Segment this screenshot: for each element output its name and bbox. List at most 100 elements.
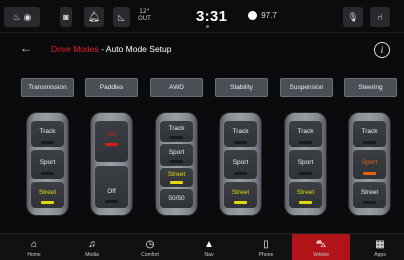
suspension-street-option[interactable]: Street: [289, 182, 322, 208]
nav-label: Apps: [374, 252, 386, 258]
nav-label: Phone: [258, 252, 274, 258]
category-suspension[interactable]: Suspension: [280, 78, 333, 97]
option-label: Track: [361, 128, 378, 135]
nav-phone[interactable]: ▯ Phone: [244, 234, 288, 260]
option-label: Track: [168, 125, 185, 132]
option-indicator: [363, 172, 376, 175]
option-label: Off: [107, 188, 116, 195]
signal-icon: ◺: [118, 12, 125, 22]
suspension-selector: Track Sport Street: [284, 112, 327, 216]
nav-comfort[interactable]: ◷ Comfort: [128, 234, 172, 260]
bell-icon: 🔔︎: [87, 11, 101, 23]
steering-sport-option[interactable]: Sport: [353, 150, 386, 179]
transmission-sport-option[interactable]: Sport: [31, 150, 64, 179]
option-indicator: [170, 181, 183, 184]
bottom-nav: ⌂ Home ♫ Media ◷ Comfort ▲ Nav ▯ Phone ⛍…: [0, 233, 404, 260]
category-awd[interactable]: AWD: [150, 78, 203, 97]
nav-label: Comfort: [141, 252, 159, 258]
outside-temp-label: OUT: [138, 15, 151, 22]
option-label: Street: [296, 189, 315, 196]
option-indicator: [299, 141, 312, 144]
transmission-selector: Track Sport Street: [26, 112, 69, 216]
option-indicator: [170, 160, 183, 163]
nav-media[interactable]: ♫ Media: [70, 234, 114, 260]
nav-label: Home: [27, 252, 41, 258]
option-label: Track: [297, 128, 314, 135]
option-indicator: [41, 201, 54, 204]
nav-label: Media: [85, 252, 99, 258]
paddles-on-option[interactable]: On: [95, 121, 128, 162]
option-indicator: [234, 172, 247, 175]
awd-sport-option[interactable]: Sport: [160, 144, 193, 166]
signal-button[interactable]: ◺: [113, 7, 130, 27]
awd-selector: Track Sport Street 50/50: [155, 112, 198, 216]
option-indicator: [41, 172, 54, 175]
option-label: Track: [39, 128, 56, 135]
option-label: Track: [232, 128, 249, 135]
page-title: Drive Modes - Auto Mode Setup: [51, 44, 172, 54]
steering-track-option[interactable]: Track: [353, 121, 386, 147]
microphone-icon: 🎙︎: [347, 11, 359, 22]
nav-label: Nav: [204, 252, 214, 258]
status-bar: ♨ ◉ ◙ 🔔︎ ◺ 12° OUT 3:31 97.7 🎙︎ ⑁: [0, 0, 404, 33]
option-label: 50/50: [168, 195, 185, 202]
option-label: Street: [231, 189, 250, 196]
stability-street-option[interactable]: Street: [224, 182, 257, 208]
paddles-selector: On Off: [90, 112, 133, 216]
nav-vehicle[interactable]: ⛍ Vehicle: [292, 234, 350, 260]
clock: 3:31: [196, 8, 228, 25]
radio-icon: [248, 11, 257, 21]
awd-track-option[interactable]: Track: [160, 121, 193, 142]
nav-nav[interactable]: ▲ Nav: [187, 234, 231, 260]
screen: ♨ ◉ ◙ 🔔︎ ◺ 12° OUT 3:31 97.7 🎙︎ ⑁ ← Driv…: [0, 0, 404, 260]
category-transmission[interactable]: Transmission: [21, 78, 74, 97]
option-indicator: [299, 201, 312, 204]
nav-label: Vehicle: [312, 252, 330, 258]
radio-station[interactable]: 97.7: [248, 11, 277, 21]
option-label: Street: [38, 189, 57, 196]
page-title-highlight: Drive Modes: [51, 44, 99, 54]
suspension-track-option[interactable]: Track: [289, 121, 322, 147]
outside-temp-value: 12°: [139, 8, 150, 15]
stability-track-option[interactable]: Track: [224, 121, 257, 147]
apps-grid-icon: ▦: [375, 239, 385, 250]
option-indicator: [170, 136, 183, 139]
option-label: Street: [167, 171, 186, 178]
awd-5050-option[interactable]: 50/50: [160, 189, 193, 208]
steering-selector: Track Sport Street: [348, 112, 391, 216]
profile-icon: ◙: [63, 12, 69, 22]
transmission-street-option[interactable]: Street: [31, 182, 64, 208]
radio-frequency: 97.7: [261, 11, 277, 20]
option-indicator: [41, 141, 54, 144]
stability-sport-option[interactable]: Sport: [224, 150, 257, 179]
voice-button[interactable]: 🎙︎: [343, 7, 363, 27]
awd-street-option[interactable]: Street: [160, 168, 193, 187]
category-paddles[interactable]: Paddles: [85, 78, 138, 97]
category-stability[interactable]: Stability: [215, 78, 268, 97]
option-label: Sport: [168, 149, 185, 156]
phone-icon: ▯: [263, 239, 269, 250]
option-indicator: [299, 172, 312, 175]
notifications-button[interactable]: 🔔︎: [84, 7, 104, 27]
info-icon[interactable]: i: [374, 42, 390, 58]
seat-button[interactable]: ⑁: [370, 7, 390, 27]
car-icon: ⛍: [315, 239, 327, 250]
option-indicator: [363, 201, 376, 204]
back-button[interactable]: ←: [20, 41, 32, 55]
nav-home[interactable]: ⌂ Home: [12, 234, 56, 260]
option-label: Sport: [232, 159, 249, 166]
option-label: Sport: [361, 159, 378, 166]
nav-apps[interactable]: ▦ Apps: [358, 234, 402, 260]
category-steering[interactable]: Steering: [344, 78, 397, 97]
option-label: Sport: [297, 159, 314, 166]
paddles-off-option[interactable]: Off: [95, 166, 128, 208]
driver-profile-button[interactable]: ◙: [60, 7, 72, 27]
option-label: Street: [360, 189, 379, 196]
option-indicator: [234, 201, 247, 204]
seat-heat-icon: ♨: [12, 11, 21, 22]
climate-button[interactable]: ♨ ◉: [4, 7, 40, 27]
transmission-track-option[interactable]: Track: [31, 121, 64, 147]
option-indicator: [363, 141, 376, 144]
steering-street-option[interactable]: Street: [353, 182, 386, 208]
suspension-sport-option[interactable]: Sport: [289, 150, 322, 179]
